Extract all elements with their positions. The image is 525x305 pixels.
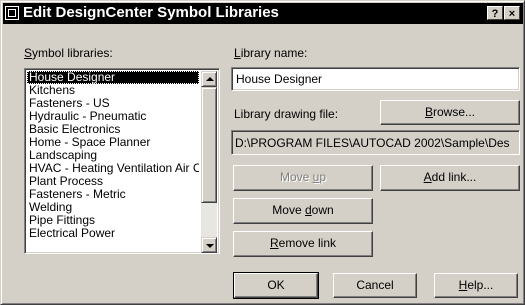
help-button[interactable]: Help...	[434, 273, 518, 298]
list-item[interactable]: HVAC - Heating Ventilation Air C	[27, 162, 199, 175]
scroll-down-arrow-icon	[206, 244, 214, 248]
library-drawing-file-path-field: D:\PROGRAM FILES\AUTOCAD 2002\Sample\Des	[231, 130, 520, 155]
scroll-down-button[interactable]	[201, 237, 217, 253]
browse-mnemonic: B	[424, 105, 433, 119]
move-down-label-before: Move	[272, 203, 305, 217]
library-name-input[interactable]: House Designer	[231, 67, 520, 91]
library-drawing-file-path: D:\PROGRAM FILES\AUTOCAD 2002\Sample\Des	[235, 136, 510, 150]
cancel-button[interactable]: Cancel	[333, 273, 417, 298]
listbox-vertical-scrollbar[interactable]	[201, 71, 217, 253]
scroll-up-button[interactable]	[201, 71, 217, 87]
list-item[interactable]: Landscaping	[27, 149, 199, 162]
add-link-button[interactable]: Add link...	[380, 165, 520, 191]
list-item[interactable]: Fasteners - Metric	[27, 188, 199, 201]
list-item[interactable]: Kitchens	[27, 84, 199, 97]
library-name-value: House Designer	[236, 72, 323, 86]
list-item[interactable]: House Designer	[27, 71, 199, 84]
edit-symbol-libraries-dialog: Edit DesignCenter Symbol Libraries ? × S…	[0, 0, 525, 305]
move-down-button[interactable]: Move down	[233, 198, 373, 224]
symbol-libraries-label-text: ymbol libraries:	[32, 46, 113, 60]
library-name-label-mnemonic: L	[234, 46, 241, 60]
symbol-libraries-list: House Designer Kitchens Fasteners - US Hydr…	[27, 71, 199, 240]
library-name-label-text: ibrary name:	[240, 46, 308, 60]
list-item[interactable]: Pipe Fittings	[27, 214, 199, 227]
remove-link-mnemonic: R	[269, 236, 279, 250]
move-up-label-after: p	[319, 170, 327, 184]
library-name-label: Library name:	[234, 46, 307, 60]
title-bar[interactable]: Edit DesignCenter Symbol Libraries ? ×	[3, 3, 523, 24]
add-link-mnemonic: A	[423, 170, 432, 184]
symbol-libraries-listbox[interactable]: House Designer Kitchens Fasteners - US Hydr…	[24, 68, 220, 254]
list-item[interactable]: Electrical Power	[27, 227, 199, 240]
list-item[interactable]: Plant Process	[27, 175, 199, 188]
dialog-title: Edit DesignCenter Symbol Libraries	[23, 4, 279, 21]
list-item[interactable]: Basic Electronics	[27, 123, 199, 136]
symbol-libraries-label: Symbol libraries:	[24, 46, 113, 60]
ok-button[interactable]: OK	[233, 272, 319, 299]
list-item[interactable]: Hydraulic - Pneumatic	[27, 110, 199, 123]
library-drawing-file-label: Library drawing file:	[234, 107, 339, 121]
app-icon	[5, 6, 19, 20]
close-button[interactable]: ×	[504, 6, 520, 20]
scroll-thumb[interactable]	[201, 87, 217, 203]
help-title-button[interactable]: ?	[487, 6, 503, 20]
list-item[interactable]: Fasteners - US	[27, 97, 199, 110]
move-up-button[interactable]: Move up	[233, 165, 373, 191]
scroll-up-arrow-icon	[206, 77, 214, 81]
remove-link-button[interactable]: Remove link	[233, 231, 373, 257]
move-down-mnemonic: d	[304, 203, 312, 217]
add-link-label: dd link...	[431, 170, 477, 184]
symbol-libraries-label-mnemonic: S	[24, 46, 33, 60]
help-label: elp...	[467, 278, 494, 292]
move-down-label-after: own	[311, 203, 334, 217]
remove-link-label: emove link	[278, 236, 337, 250]
browse-label: rowse...	[433, 105, 476, 119]
list-item[interactable]: Welding	[27, 201, 199, 214]
browse-button[interactable]: Browse...	[380, 100, 520, 125]
list-item[interactable]: Home - Space Planner	[27, 136, 199, 149]
move-up-label-before: Move	[279, 170, 313, 184]
